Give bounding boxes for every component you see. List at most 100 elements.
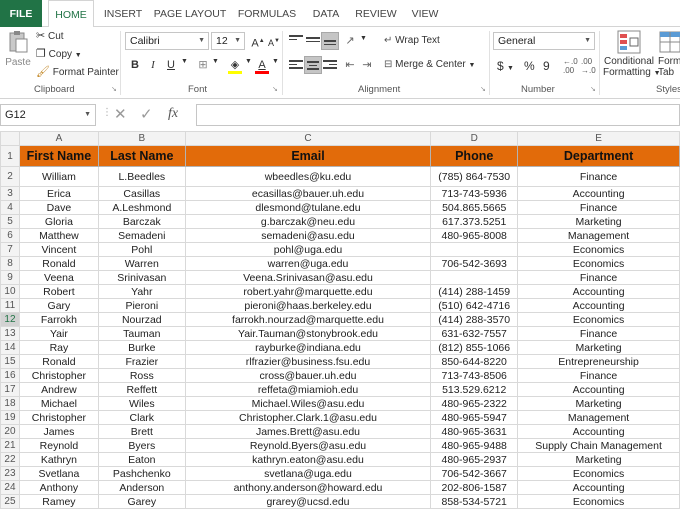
increase-decimal-button[interactable]: ←.0.00 [563, 57, 578, 75]
cell-department[interactable]: Marketing [517, 396, 680, 411]
cell-email[interactable]: rlfrazier@business.fsu.edu [184, 354, 432, 369]
row-header[interactable]: 9 [0, 270, 20, 285]
cell-department[interactable]: Economics [517, 256, 680, 271]
row-header[interactable]: 24 [0, 480, 20, 495]
underline-button[interactable]: U [162, 56, 180, 74]
row-header[interactable]: 6 [0, 228, 20, 243]
cell-first-name[interactable]: Michael [18, 396, 99, 411]
row-header[interactable]: 19 [0, 410, 20, 425]
cell-last-name[interactable]: Warren [97, 256, 186, 271]
number-format-box[interactable]: General ▼ [493, 32, 595, 50]
cell-last-name[interactable]: Frazier [97, 354, 186, 369]
cell-first-name[interactable]: Ray [18, 340, 99, 355]
header-cell-first-name[interactable]: First Name [18, 145, 99, 167]
cell-department[interactable]: Entrepreneurship [517, 354, 680, 369]
tab-data[interactable]: DATA [306, 0, 346, 27]
fill-color-button[interactable]: ◈ [226, 56, 244, 74]
cell-first-name[interactable]: Gary [18, 298, 99, 313]
cell-email[interactable]: rayburke@indiana.edu [184, 340, 432, 355]
cell-department[interactable]: Marketing [517, 214, 680, 229]
cell-phone[interactable]: 713-743-8506 [430, 368, 519, 383]
tab-review[interactable]: REVIEW [352, 0, 400, 27]
cell-first-name[interactable]: Robert [18, 284, 99, 299]
cell-first-name[interactable]: Svetlana [18, 466, 99, 481]
cell-last-name[interactable]: Brett [97, 424, 186, 439]
cell-last-name[interactable]: Eaton [97, 452, 186, 467]
chevron-down-icon[interactable]: ▼ [360, 35, 367, 42]
cell-department[interactable]: Economics [517, 242, 680, 257]
cell-phone[interactable]: 504.865.5665 [430, 200, 519, 215]
row-header[interactable]: 17 [0, 382, 20, 397]
cell-department[interactable]: Economics [517, 466, 680, 481]
cell-department[interactable]: Accounting [517, 298, 680, 313]
cell-last-name[interactable]: Pohl [97, 242, 186, 257]
cell-last-name[interactable]: Nourzad [97, 312, 186, 327]
cell-first-name[interactable]: Gloria [18, 214, 99, 229]
cell-phone[interactable]: 513.529.6212 [430, 382, 519, 397]
chevron-down-icon[interactable]: ▼ [272, 58, 279, 65]
cell-last-name[interactable]: Wiles [97, 396, 186, 411]
column-header-b[interactable]: B [97, 131, 186, 146]
cell-phone[interactable]: 858-534-5721 [430, 494, 519, 509]
row-header[interactable]: 4 [0, 200, 20, 215]
font-launcher-icon[interactable]: ↘ [272, 85, 278, 93]
cell-email[interactable]: Christopher.Clark.1@asu.edu [184, 410, 432, 425]
clipboard-launcher-icon[interactable]: ↘ [111, 85, 117, 93]
row-header[interactable]: 3 [0, 186, 20, 201]
cell-first-name[interactable]: Christopher [18, 368, 99, 383]
cell-last-name[interactable]: Semadeni [97, 228, 186, 243]
row-header[interactable]: 7 [0, 242, 20, 257]
row-header[interactable]: 16 [0, 368, 20, 383]
row-header[interactable]: 8 [0, 256, 20, 271]
cell-department[interactable]: Accounting [517, 382, 680, 397]
cell-email[interactable]: Reynold.Byers@asu.edu [184, 438, 432, 453]
column-header-e[interactable]: E [517, 131, 680, 146]
orientation-button[interactable]: ↗ [341, 32, 359, 50]
cell-first-name[interactable]: James [18, 424, 99, 439]
cell-first-name[interactable]: Matthew [18, 228, 99, 243]
cell-phone[interactable]: 480-965-2937 [430, 452, 519, 467]
cell-email[interactable]: Michael.Wiles@asu.edu [184, 396, 432, 411]
select-all-corner[interactable] [0, 131, 20, 146]
row-header[interactable]: 11 [0, 298, 20, 313]
row-header[interactable]: 23 [0, 466, 20, 481]
cell-phone[interactable]: (414) 288-1459 [430, 284, 519, 299]
cell-last-name[interactable]: Burke [97, 340, 186, 355]
currency-button[interactable]: $ ▼ [497, 59, 514, 73]
cell-first-name[interactable]: Ronald [18, 256, 99, 271]
cell-email[interactable]: reffeta@miamioh.edu [184, 382, 432, 397]
column-header-a[interactable]: A [18, 131, 99, 146]
align-center-button[interactable] [304, 56, 322, 74]
copy-button[interactable]: ❐ Copy ▼ [36, 47, 82, 60]
row-header[interactable]: 14 [0, 340, 20, 355]
cell-phone[interactable]: 706-542-3693 [430, 256, 519, 271]
cell-first-name[interactable]: Andrew [18, 382, 99, 397]
cell-department[interactable]: Finance [517, 166, 680, 187]
chevron-down-icon[interactable]: ▼ [245, 58, 252, 65]
cell-last-name[interactable]: Byers [97, 438, 186, 453]
column-header-d[interactable]: D [430, 131, 519, 146]
cell-department[interactable]: Finance [517, 326, 680, 341]
row-header[interactable]: 18 [0, 396, 20, 411]
cell-first-name[interactable]: Ramey [18, 494, 99, 509]
cell-last-name[interactable]: Barczak [97, 214, 186, 229]
top-align-button[interactable] [287, 32, 305, 50]
cell-last-name[interactable]: Pieroni [97, 298, 186, 313]
row-header[interactable]: 1 [0, 145, 20, 167]
cell-email[interactable]: dlesmond@tulane.edu [184, 200, 432, 215]
enter-icon[interactable]: ✓ [140, 105, 153, 123]
cell-first-name[interactable]: Christopher [18, 410, 99, 425]
cell-email[interactable]: warren@uga.edu [184, 256, 432, 271]
cell-first-name[interactable]: Vincent [18, 242, 99, 257]
cell-phone[interactable]: 202-806-1587 [430, 480, 519, 495]
cell-first-name[interactable]: Anthony [18, 480, 99, 495]
cell-last-name[interactable]: A.Leshmond [97, 200, 186, 215]
increase-indent-button[interactable]: ⇥ [358, 56, 376, 74]
cell-email[interactable]: Yair.Tauman@stonybrook.edu [184, 326, 432, 341]
comma-button[interactable]: 9 [543, 59, 550, 73]
header-cell-email[interactable]: Email [184, 145, 432, 167]
row-header[interactable]: 12 [0, 312, 20, 327]
align-right-button[interactable] [321, 56, 339, 74]
cut-button[interactable]: ✂ Cut [36, 29, 64, 42]
alignment-launcher-icon[interactable]: ↘ [480, 85, 486, 93]
